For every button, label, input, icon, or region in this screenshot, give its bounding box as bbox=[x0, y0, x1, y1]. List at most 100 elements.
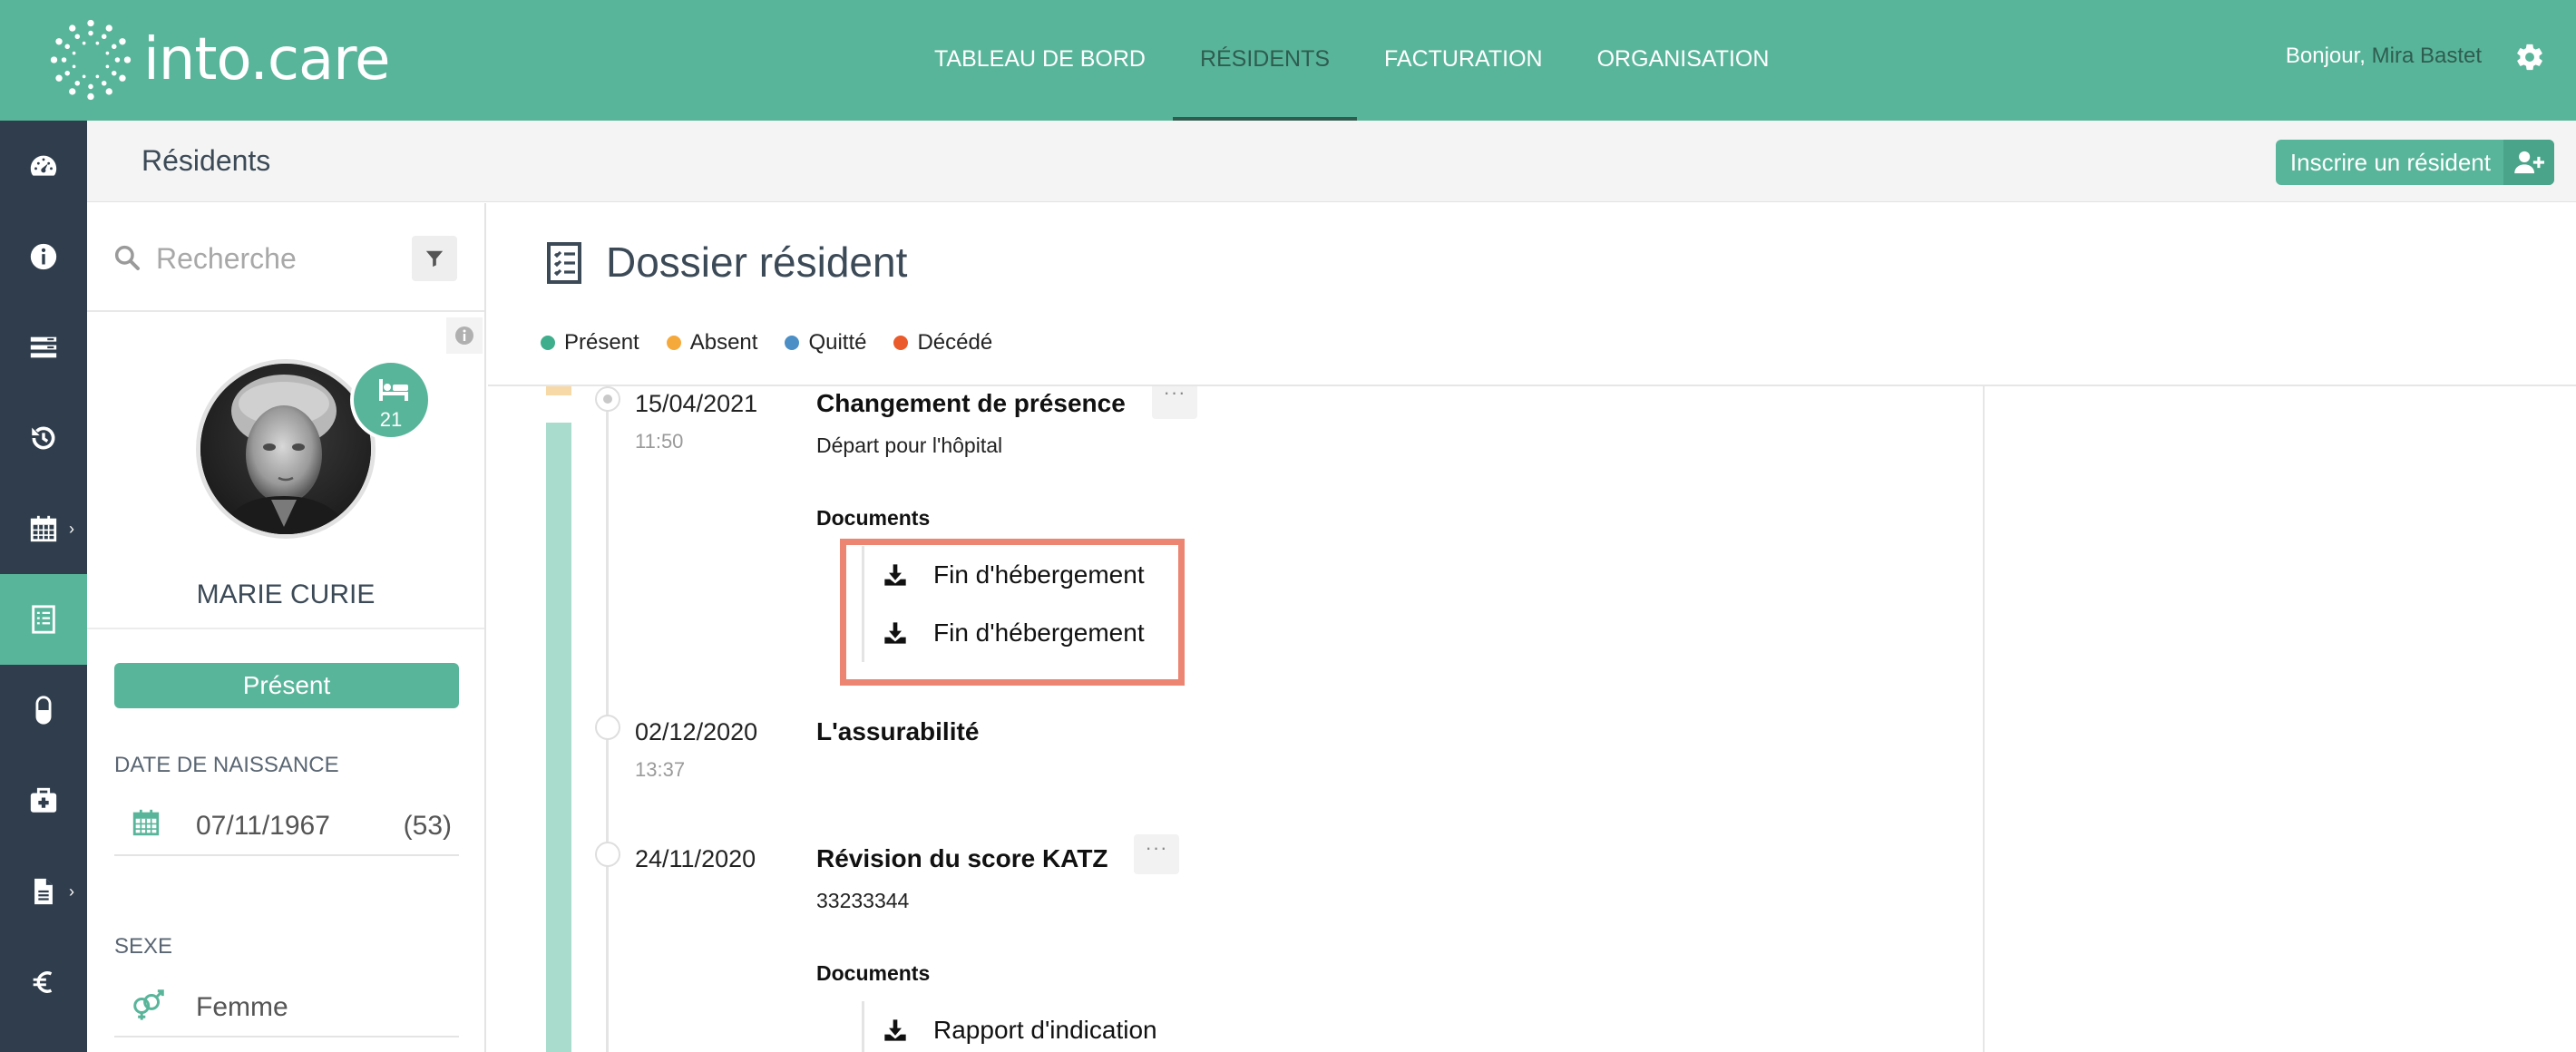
legend-quitte: Quitté bbox=[785, 330, 866, 356]
filter-icon bbox=[425, 250, 444, 268]
sidebar-calendar[interactable]: › bbox=[0, 483, 87, 574]
bed-badge: 21 bbox=[350, 359, 432, 441]
documents-label: Documents bbox=[816, 506, 931, 530]
documents-label: Documents bbox=[816, 961, 931, 985]
search-bar bbox=[87, 203, 484, 312]
dossier-header: Dossier résident Présent Absent Quitté D… bbox=[488, 203, 2576, 385]
event-time: 13:37 bbox=[635, 758, 686, 781]
sidebar-history[interactable] bbox=[0, 393, 87, 483]
sex-value: Femme bbox=[196, 992, 288, 1022]
sex-field: Femme bbox=[114, 974, 459, 1037]
status-badge[interactable]: Présent bbox=[114, 663, 459, 708]
nav-facturation[interactable]: FACTURATION bbox=[1357, 0, 1570, 121]
event-description: Départ pour l'hôpital bbox=[816, 433, 1003, 457]
legend-dot bbox=[893, 336, 909, 350]
event-title: Révision du score KATZ bbox=[816, 844, 1108, 872]
legend-label: Décédé bbox=[917, 330, 993, 355]
user-greeting: Bonjour, Mira Bastet bbox=[2286, 44, 2482, 69]
calendar-icon bbox=[30, 515, 57, 542]
event-title: Changement de présence bbox=[816, 389, 1126, 417]
legend-label: Présent bbox=[564, 330, 639, 355]
resident-info-button[interactable] bbox=[446, 317, 483, 354]
event-more-button[interactable]: ··· bbox=[1152, 386, 1197, 419]
sex-label: SEXE bbox=[114, 934, 173, 959]
sidebar-billing[interactable] bbox=[0, 937, 87, 1028]
legend-decede: Décédé bbox=[893, 330, 992, 356]
event-date: 15/04/2021 bbox=[635, 390, 758, 417]
add-user-icon bbox=[2503, 140, 2554, 185]
timeline-dot bbox=[595, 842, 620, 867]
sidebar-dashboard[interactable] bbox=[0, 121, 87, 211]
sidebar-documents[interactable]: › bbox=[0, 846, 87, 937]
event-date: 24/11/2020 bbox=[635, 845, 756, 872]
avatar bbox=[196, 359, 376, 539]
gender-icon bbox=[133, 989, 164, 1020]
nav-organisation[interactable]: ORGANISATION bbox=[1570, 0, 1797, 121]
legend-dot bbox=[666, 336, 681, 350]
bed-icon bbox=[379, 379, 408, 401]
dossier-main: Dossier résident Présent Absent Quitté D… bbox=[488, 203, 2576, 1052]
sidebar-dossier[interactable] bbox=[0, 574, 87, 665]
gear-icon[interactable] bbox=[2514, 42, 2545, 73]
legend-absent: Absent bbox=[666, 330, 758, 356]
timeline-dot bbox=[595, 386, 620, 412]
history-icon bbox=[32, 426, 55, 450]
legend-label: Absent bbox=[689, 330, 758, 355]
event-time: 11:50 bbox=[635, 430, 684, 453]
add-resident-label: Inscrire un résident bbox=[2289, 149, 2491, 176]
event-date: 02/12/2020 bbox=[635, 718, 758, 745]
logo-icon bbox=[50, 19, 132, 101]
status-legend: Présent Absent Quitté Décédé bbox=[541, 330, 992, 356]
event-more-button[interactable]: ··· bbox=[1134, 834, 1179, 874]
dossier-icon bbox=[32, 605, 55, 634]
euro-icon bbox=[33, 971, 53, 993]
timeline-dot bbox=[595, 715, 620, 740]
birth-date-field: 07/11/1967 (53) bbox=[114, 793, 459, 856]
status-bar-absent bbox=[546, 386, 571, 395]
calendar-icon bbox=[132, 809, 160, 836]
main-nav: TABLEAU DE BORD RÉSIDENTS FACTURATION OR… bbox=[907, 0, 1796, 121]
status-bar-present bbox=[546, 423, 571, 1052]
age-value: (53) bbox=[403, 811, 452, 841]
nav-tableau-de-bord[interactable]: TABLEAU DE BORD bbox=[907, 0, 1173, 121]
search-input[interactable] bbox=[156, 236, 392, 281]
sub-header: Résidents Inscrire un résident bbox=[87, 121, 2576, 202]
page-title: Résidents bbox=[141, 144, 271, 177]
bed-number: 21 bbox=[379, 408, 403, 431]
timeline[interactable]: 15/04/2021 11:50 Changement de présence … bbox=[488, 386, 1976, 1052]
sidebar-list[interactable] bbox=[0, 302, 87, 393]
nav-residents[interactable]: RÉSIDENTS bbox=[1172, 0, 1358, 121]
highlight-box bbox=[840, 539, 1185, 686]
legend-dot bbox=[785, 336, 800, 350]
document-link[interactable]: Rapport d'indication bbox=[864, 1001, 1157, 1052]
document-icon bbox=[34, 878, 53, 905]
dashboard-icon bbox=[30, 155, 57, 176]
divider bbox=[1983, 386, 1985, 1052]
sidebar-medical[interactable] bbox=[0, 755, 87, 846]
dossier-icon bbox=[547, 242, 581, 284]
add-resident-button[interactable]: Inscrire un résident bbox=[2275, 140, 2554, 185]
greeting-text: Bonjour, bbox=[2285, 44, 2366, 68]
sidebar-medication[interactable] bbox=[0, 665, 87, 755]
dossier-title: Dossier résident bbox=[606, 239, 908, 286]
info-icon bbox=[455, 326, 473, 345]
download-icon bbox=[884, 1019, 906, 1041]
legend-dot bbox=[541, 336, 555, 350]
brand-logo[interactable]: into.care bbox=[49, 13, 390, 107]
document-name: Rapport d'indication bbox=[933, 1016, 1157, 1044]
sidebar-info[interactable] bbox=[0, 211, 87, 302]
divider bbox=[87, 628, 484, 629]
resident-panel: 21 MARIE CURIE Présent DATE DE NAISSANCE… bbox=[87, 203, 486, 1052]
icon-sidebar: › › bbox=[0, 121, 87, 1052]
document-list: Rapport d'indication bbox=[862, 1001, 1157, 1052]
user-name-link[interactable]: Mira Bastet bbox=[2372, 44, 2482, 68]
medkit-icon bbox=[30, 787, 57, 813]
legend-present: Présent bbox=[541, 330, 639, 356]
resident-name: MARIE CURIE bbox=[196, 580, 376, 609]
filter-button[interactable] bbox=[412, 236, 457, 281]
pill-icon bbox=[35, 696, 52, 725]
info-icon bbox=[30, 243, 57, 270]
chevron-right-icon: › bbox=[69, 519, 74, 538]
list-icon bbox=[30, 336, 57, 358]
birth-date-value: 07/11/1967 bbox=[196, 811, 330, 841]
